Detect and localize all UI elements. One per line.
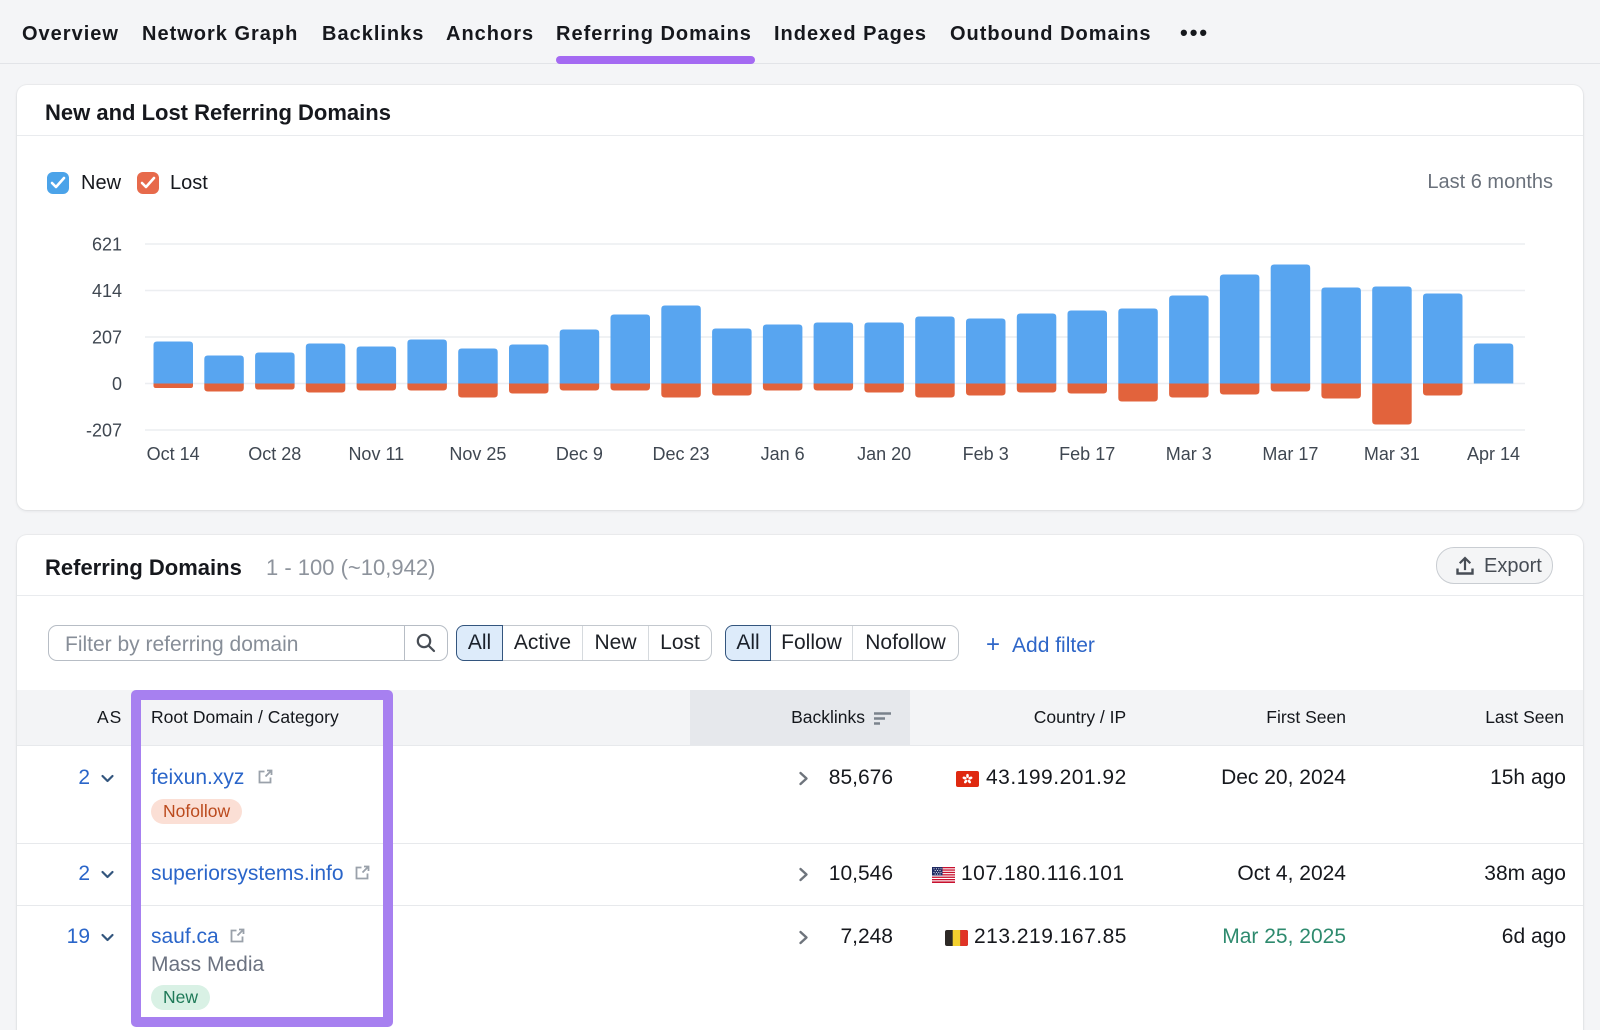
svg-text:207: 207 — [92, 328, 122, 348]
svg-text:Mar 3: Mar 3 — [1166, 444, 1212, 464]
svg-text:Oct 14: Oct 14 — [147, 444, 200, 464]
svg-text:Mar 17: Mar 17 — [1262, 444, 1318, 464]
svg-text:Jan 6: Jan 6 — [761, 444, 805, 464]
svg-text:Feb 3: Feb 3 — [963, 444, 1009, 464]
svg-text:621: 621 — [92, 235, 122, 255]
svg-text:Dec 23: Dec 23 — [652, 444, 709, 464]
svg-text:0: 0 — [112, 374, 122, 394]
svg-text:Mar 31: Mar 31 — [1364, 444, 1420, 464]
svg-text:Apr 14: Apr 14 — [1467, 444, 1520, 464]
svg-text:Dec 9: Dec 9 — [556, 444, 603, 464]
svg-text:Oct 28: Oct 28 — [248, 444, 301, 464]
svg-text:414: 414 — [92, 281, 122, 301]
svg-text:-207: -207 — [86, 421, 122, 441]
svg-text:Jan 20: Jan 20 — [857, 444, 911, 464]
svg-text:Nov 11: Nov 11 — [348, 444, 404, 464]
svg-text:Nov 25: Nov 25 — [449, 444, 506, 464]
svg-text:Feb 17: Feb 17 — [1059, 444, 1115, 464]
